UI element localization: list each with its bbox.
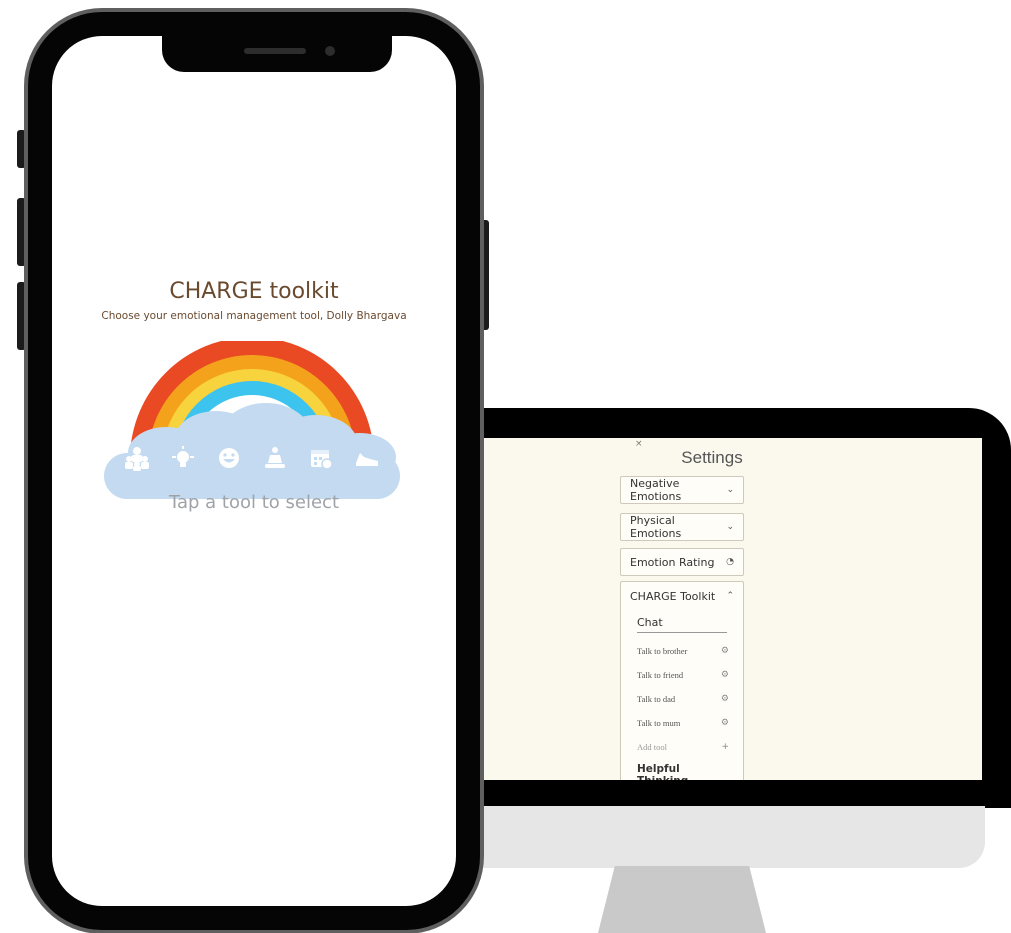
camera-icon: [325, 46, 335, 56]
monitor-screen: × Settings Negative Emotions ⌄ Physical …: [482, 438, 982, 780]
lightbulb-icon[interactable]: [167, 442, 199, 474]
monitor-bezel: × Settings Negative Emotions ⌄ Physical …: [455, 408, 1011, 808]
gear-icon[interactable]: ⚙: [721, 718, 729, 728]
gauge-icon: ◔: [726, 557, 734, 567]
calendar-icon[interactable]: [305, 442, 337, 474]
charge-toolkit-header[interactable]: CHARGE Toolkit ⌃: [621, 582, 743, 610]
panel-label: Emotion Rating: [630, 555, 715, 569]
phone-frame: CHARGE toolkit Choose your emotional man…: [24, 8, 484, 933]
list-item[interactable]: Talk to friend ⚙: [637, 663, 729, 687]
helpful-thinking-heading: Helpful Thinking: [637, 763, 688, 780]
monitor-chin: [455, 806, 985, 868]
sneaker-icon[interactable]: [351, 442, 383, 474]
tool-label: Talk to friend: [637, 670, 684, 680]
tool-label: Talk to mum: [637, 718, 681, 728]
phone-screen: CHARGE toolkit Choose your emotional man…: [52, 36, 456, 906]
add-tool-label: Add tool: [637, 742, 667, 752]
chat-group-heading: Chat: [637, 616, 727, 633]
negative-emotions-panel[interactable]: Negative Emotions ⌄: [620, 476, 744, 504]
phone-bezel: CHARGE toolkit Choose your emotional man…: [28, 12, 480, 930]
tool-label: Talk to brother: [637, 646, 688, 656]
tap-hint: Tap a tool to select: [168, 492, 340, 513]
app-title: CHARGE toolkit: [169, 279, 339, 304]
list-item[interactable]: Talk to brother ⚙: [637, 639, 729, 663]
smiley-face-icon[interactable]: [213, 442, 245, 474]
monitor-stand: [598, 866, 766, 933]
chevron-up-icon: ⌃: [726, 591, 734, 601]
list-item[interactable]: Talk to mum ⚙: [637, 711, 729, 735]
desktop-monitor: × Settings Negative Emotions ⌄ Physical …: [455, 408, 1011, 868]
speaker-grille: [244, 48, 306, 54]
emotion-rating-panel[interactable]: Emotion Rating ◔: [620, 548, 744, 576]
meditation-icon[interactable]: [259, 442, 291, 474]
plus-icon: +: [721, 742, 729, 752]
tool-strip: [104, 432, 400, 484]
charge-toolkit-panel: CHARGE Toolkit ⌃ Chat Talk to brother ⚙ …: [620, 581, 744, 780]
list-item[interactable]: Talk to dad ⚙: [637, 687, 729, 711]
panel-label: Physical Emotions: [630, 514, 682, 540]
phone-notch: [162, 36, 392, 72]
gear-icon[interactable]: ⚙: [721, 694, 729, 704]
people-group-icon[interactable]: [121, 442, 153, 474]
physical-emotions-panel[interactable]: Physical Emotions ⌄: [620, 513, 744, 541]
panel-label: Negative Emotions: [630, 477, 682, 503]
tool-label: Talk to dad: [637, 694, 676, 704]
chevron-down-icon: ⌄: [726, 485, 734, 495]
chevron-down-icon: ⌄: [726, 522, 734, 532]
gear-icon[interactable]: ⚙: [721, 670, 729, 680]
add-tool-button[interactable]: Add tool +: [637, 735, 729, 759]
panel-label: CHARGE Toolkit: [630, 589, 716, 603]
settings-title: Settings: [681, 448, 743, 467]
close-icon[interactable]: ×: [635, 439, 643, 449]
app-subtitle: Choose your emotional management tool, D…: [101, 310, 407, 322]
gear-icon[interactable]: ⚙: [721, 646, 729, 656]
